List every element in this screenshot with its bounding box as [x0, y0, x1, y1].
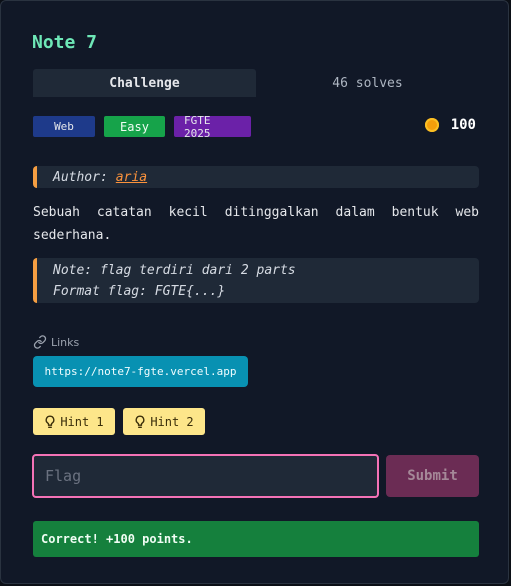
- coin-icon: [424, 118, 439, 132]
- points-display: 100: [424, 117, 476, 133]
- link-icon: [33, 335, 47, 349]
- difficulty-badge: Easy: [104, 116, 165, 137]
- status-message: Correct! +100 points.: [33, 521, 479, 557]
- flag-input[interactable]: [32, 454, 379, 498]
- points-value: 100: [450, 117, 476, 133]
- tab-solves[interactable]: 46 solves: [256, 69, 479, 97]
- lightbulb-icon: [135, 414, 145, 428]
- challenge-modal: Note 7 Challenge 46 solves Web Easy FGTE…: [0, 0, 509, 584]
- hint-label: Hint 2: [150, 414, 194, 429]
- author-link[interactable]: aria: [116, 170, 147, 185]
- links-label: Links: [51, 335, 80, 349]
- tag-list: Web Easy FGTE 2025: [33, 114, 251, 140]
- event-badge: FGTE 2025: [174, 114, 251, 140]
- note-line: Note: flag terdiri dari 2 parts: [53, 263, 296, 278]
- submit-button[interactable]: Submit: [386, 455, 479, 497]
- hint-label: Hint 1: [60, 414, 104, 429]
- tab-challenge[interactable]: Challenge: [33, 69, 256, 97]
- note-callout: Note: flag terdiri dari 2 parts Format f…: [33, 258, 479, 303]
- hint-2-button[interactable]: Hint 2: [123, 408, 205, 435]
- author-callout: Author: aria: [33, 166, 479, 188]
- author-label: Author:: [53, 169, 108, 185]
- category-badge: Web: [33, 116, 95, 137]
- hint-list: Hint 1 Hint 2: [33, 408, 205, 435]
- challenge-link-button[interactable]: https://note7-fgte.vercel.app: [33, 356, 248, 387]
- challenge-tabs: Challenge 46 solves: [33, 69, 479, 97]
- flag-format-line: Format flag: FGTE{...}: [53, 284, 226, 299]
- hint-1-button[interactable]: Hint 1: [33, 408, 115, 435]
- lightbulb-icon: [45, 414, 55, 428]
- challenge-title: Note 7: [32, 32, 98, 53]
- links-heading: Links: [33, 335, 79, 349]
- challenge-description: Sebuah catatan kecil ditinggalkan dalam …: [33, 205, 479, 243]
